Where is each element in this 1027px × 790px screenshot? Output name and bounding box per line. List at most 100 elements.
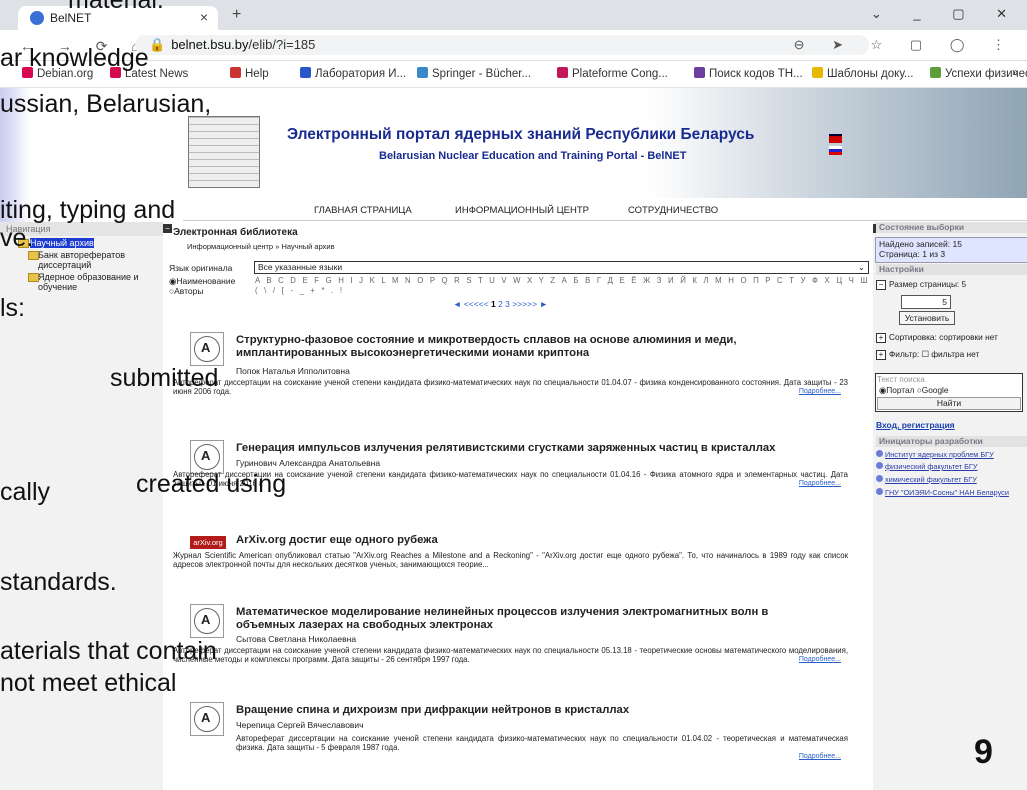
record-more-link[interactable]: Подробнее... <box>799 480 841 487</box>
record-author: Черепица Сергей Вячеславович <box>236 720 364 730</box>
address-bar-icons[interactable]: ⊖ ➤ ☆ ▢ ◯ ⋮ <box>794 37 1017 53</box>
bookmark-label: Help <box>245 68 269 80</box>
record-more-link[interactable]: Подробнее... <box>799 656 841 663</box>
search-box: Текст поиска ◉Портал ○Google Найти <box>875 373 1023 412</box>
slide-text-line: iting, typing and <box>0 196 176 224</box>
initiator-link[interactable]: физический факультет БГУ <box>876 462 978 471</box>
language-select[interactable]: Все указанные языки ⌄ <box>254 261 869 274</box>
search-input[interactable]: Текст поиска <box>877 375 1017 385</box>
uk-flag-icon[interactable] <box>829 134 842 143</box>
right-panel: Состояние выборки Найдено записей: 15 Ст… <box>873 222 1027 790</box>
bookmark-item[interactable]: Help <box>230 67 269 80</box>
bookmark-favicon-icon <box>930 67 941 78</box>
folder-icon <box>28 273 39 282</box>
search-button[interactable]: Найти <box>877 397 1021 410</box>
language-label: Язык оригинала <box>169 263 233 273</box>
bookmarks-bar: Debian.org Latest News Help Лаборатория И..… <box>0 61 1027 88</box>
state-header: Состояние выборки <box>876 222 1027 233</box>
list-item: A Структурно-фазовое состояние и микротв… <box>163 332 851 402</box>
sort-toggle[interactable]: + Сортировка: сортировки нет <box>876 332 998 343</box>
institute-icon <box>876 488 883 495</box>
institute-icon <box>876 450 883 457</box>
atom-icon: A <box>190 702 224 736</box>
leftnav-item-education[interactable]: Ядерное образование и обучение <box>0 272 163 292</box>
slide-text-line: ussian, Belarusian, <box>0 90 212 118</box>
page-indicator: Страница: 1 из 3 <box>879 249 946 259</box>
leftnav-item-abstracts[interactable]: Банк авторефератов диссертаций <box>0 250 163 270</box>
window-controls[interactable]: ⌄ _ ▢ ✕ <box>871 6 1021 22</box>
record-title[interactable]: Структурно-фазовое состояние и микротвер… <box>236 334 796 360</box>
initiator-link[interactable]: химический факультет БГУ <box>876 475 977 484</box>
search-scope[interactable]: ◉Портал ○Google <box>879 385 949 395</box>
record-title[interactable]: Математическое моделирование нелинейных … <box>236 606 796 632</box>
url-field[interactable]: 🔒 belnet.bsu.by/elib/?i=185 <box>135 35 869 55</box>
bookmark-label: Шаблоны доку... <box>827 68 914 80</box>
slide-text-line: ar knowledge <box>0 44 149 72</box>
bookmark-item[interactable]: Springer - Bücher... <box>417 67 531 80</box>
record-description: Автореферат диссертации на соискание уче… <box>173 378 848 396</box>
record-more-link[interactable]: Подробнее... <box>799 753 841 760</box>
slide-text-line: not meet ethical <box>0 669 177 697</box>
page-size-input[interactable]: 5 <box>901 295 951 309</box>
bookmark-label: Plateforme Cong... <box>572 68 668 80</box>
library-title: Электронная библиотека <box>173 227 298 238</box>
nav-home[interactable]: ГЛАВНАЯ СТРАНИЦА <box>314 205 412 216</box>
collapse-left-icon[interactable]: − <box>163 224 172 233</box>
portal-logo <box>188 116 260 188</box>
bookmark-favicon-icon <box>694 67 705 78</box>
bookmark-favicon-icon <box>812 67 823 78</box>
atom-icon: A <box>190 604 224 638</box>
bookmark-favicon-icon <box>417 67 428 78</box>
url-path: /elib/?i=185 <box>248 37 316 52</box>
nav-cooperation[interactable]: СОТРУДНИЧЕСТВО <box>628 205 718 216</box>
bookmarks-more-icon[interactable]: » <box>1012 67 1018 79</box>
list-item: arXiv.org ArXiv.org достиг еще одного ру… <box>163 528 851 578</box>
plus-icon: + <box>876 333 886 343</box>
nav-info-center[interactable]: ИНФОРМАЦИОННЫЙ ЦЕНТР <box>455 205 589 216</box>
record-author: Сытова Светлана Николаевна <box>236 634 357 644</box>
atom-icon: A <box>190 332 224 366</box>
record-description: Автореферат диссертации на соискание уче… <box>173 646 848 664</box>
bookmark-label: Лаборатория И... <box>315 68 407 80</box>
radio-authors[interactable]: ○Авторы <box>169 286 204 296</box>
list-item: A Вращение спина и дихроизм при дифракци… <box>163 702 851 772</box>
record-title[interactable]: Вращение спина и дихроизм при дифракции … <box>236 704 796 717</box>
atom-icon: A <box>190 440 224 474</box>
tab-close-icon[interactable]: × <box>200 9 208 25</box>
record-author: Попок Наталья Ипполитовна <box>236 366 350 376</box>
filter-toggle[interactable]: + Фильтр: ☐ фильтра нет <box>876 349 979 360</box>
ru-flag-icon[interactable] <box>829 146 842 155</box>
record-more-link[interactable]: Подробнее... <box>799 388 841 395</box>
pager-pages[interactable]: 2 3 <box>498 299 510 309</box>
breadcrumb: Информационный центр » Научный архив <box>187 242 335 251</box>
top-navigation: ГЛАВНАЯ СТРАНИЦА ИНФОРМАЦИОННЫЙ ЦЕНТР СО… <box>183 200 1027 221</box>
state-box: Найдено записей: 15 Страница: 1 из 3 <box>875 237 1027 263</box>
new-tab-button[interactable]: + <box>232 6 241 24</box>
minus-icon: − <box>876 280 886 290</box>
plus-icon: + <box>876 350 886 360</box>
pager-prev[interactable]: ◄ <<<<< <box>453 299 489 309</box>
bookmark-item[interactable]: Шаблоны доку... <box>812 67 914 80</box>
record-title[interactable]: ArXiv.org достиг еще одного рубежа <box>236 534 796 547</box>
initiator-link[interactable]: Институт ядерных проблем БГУ <box>876 450 994 459</box>
bookmark-label: Поиск кодов ТН... <box>709 68 803 80</box>
login-link[interactable]: Вход, регистрация <box>876 420 955 430</box>
symbol-filter[interactable]: ( \ / [ - _ + * . ! <box>255 286 344 295</box>
bookmark-item[interactable]: Лаборатория И... <box>300 67 406 80</box>
slide-page-number: 9 <box>974 733 993 771</box>
set-button[interactable]: Установить <box>899 311 955 325</box>
initiator-link[interactable]: ГНУ "ОИЭЯИ-Сосны" НАН Беларуси <box>876 488 1009 497</box>
record-title[interactable]: Генерация импульсов излучения релятивист… <box>236 442 796 455</box>
pager-next[interactable]: >>>>> ► <box>512 299 548 309</box>
bookmark-item[interactable]: Plateforme Cong... <box>557 67 668 80</box>
slide-text-line: material. <box>68 0 164 14</box>
slide-text-line: cally <box>0 478 51 506</box>
bookmark-favicon-icon <box>230 67 241 78</box>
belnet-favicon-icon <box>30 11 44 25</box>
institute-icon <box>876 475 883 482</box>
bookmark-item[interactable]: Поиск кодов ТН... <box>694 67 803 80</box>
list-item: A Математическое моделирование нелинейны… <box>163 604 851 674</box>
arxiv-logo: arXiv.org <box>190 536 226 549</box>
slide-text-line: aterials that contain <box>0 637 217 665</box>
page-size-toggle[interactable]: − Размер страницы: 5 <box>876 279 966 290</box>
